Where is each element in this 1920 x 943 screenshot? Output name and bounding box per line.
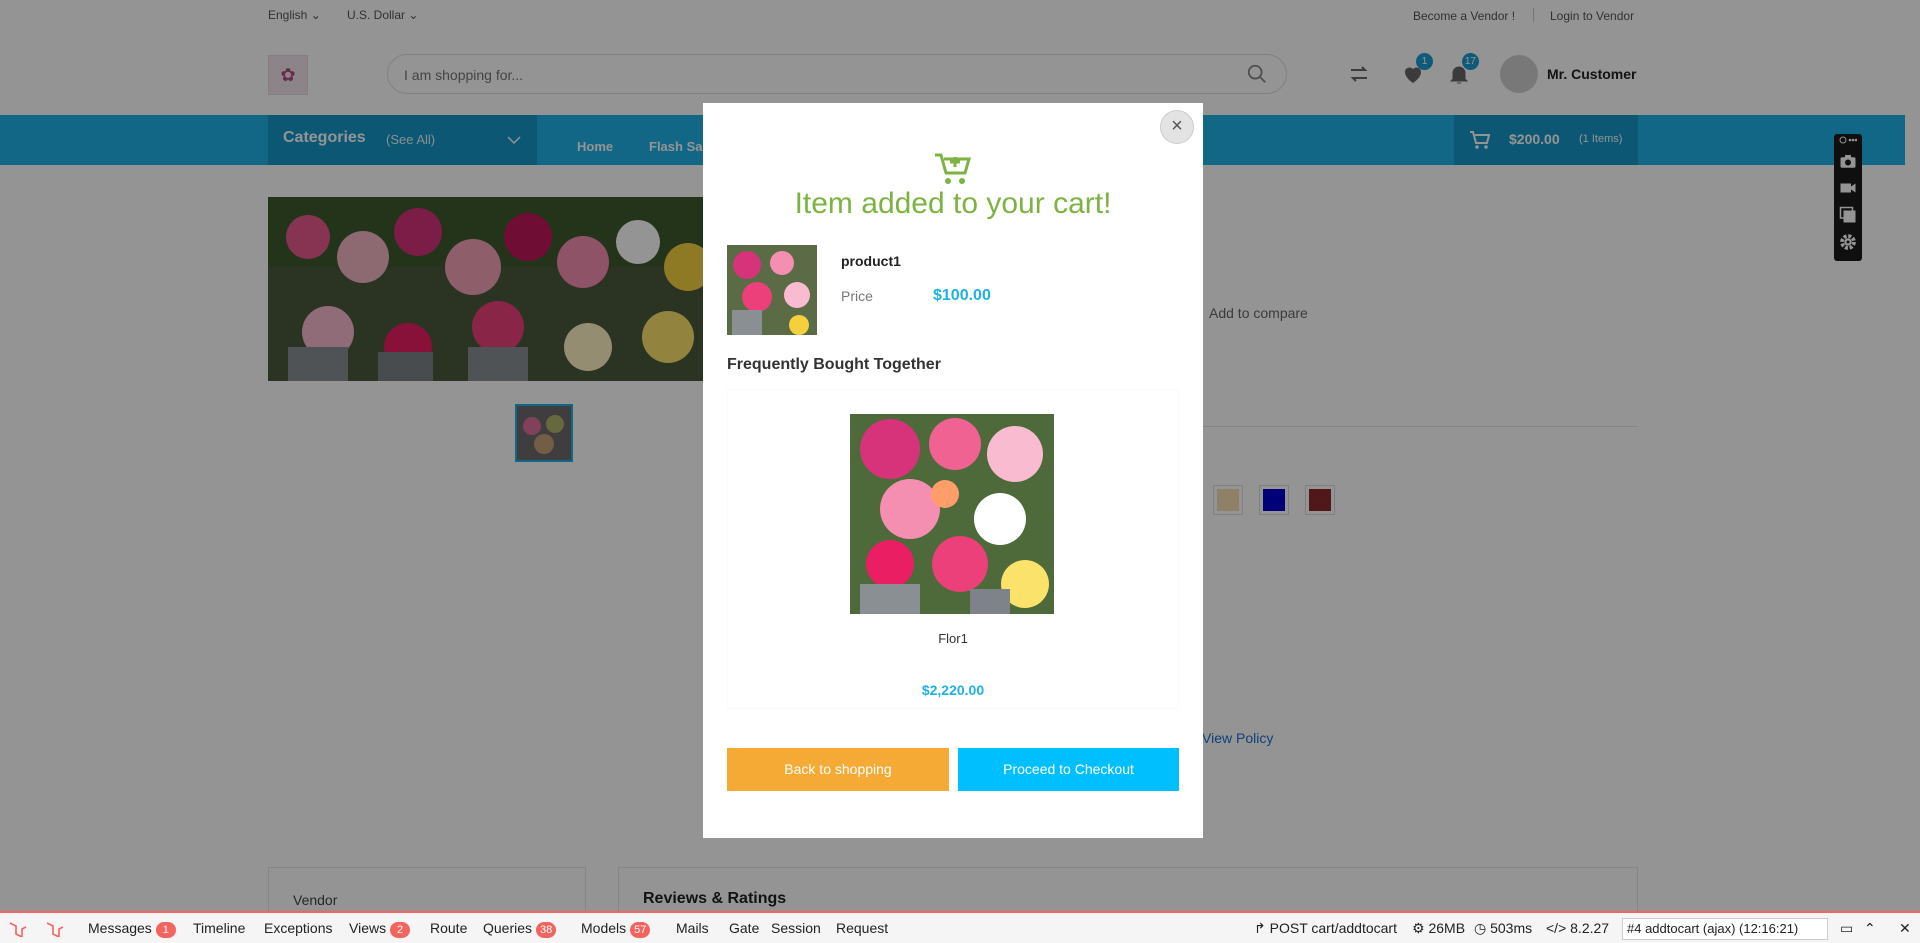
fbt-product-image[interactable] [850,414,1054,614]
cart-product-name: product1 [841,253,901,269]
tab-count: 57 [630,922,651,938]
share-icon: ↱ [1254,920,1270,936]
cart-plus-icon [935,153,971,184]
debug-tab-messages[interactable]: Messages 1 [88,920,176,938]
debug-tab-route[interactable]: Route [430,920,467,936]
flower-photo [850,414,1054,614]
tab-count: 38 [536,922,557,938]
tab-label: Models [581,920,627,936]
close-button[interactable]: × [1160,110,1194,144]
laravel-logo-icon[interactable] [8,921,28,937]
tab-label: Views [349,920,387,936]
debug-tab-mails[interactable]: Mails [676,920,709,936]
cogs-icon: ⚙ [1412,920,1429,936]
fbt-product-price: $2,220.00 [921,682,985,698]
cart-product-price: $100.00 [933,287,991,304]
added-to-cart-modal: × Item added to your cart! product1 Pric… [703,103,1203,838]
price-label: Price [841,288,873,304]
fbt-product-name[interactable]: Flor1 [703,631,1203,646]
php-version: </> 8.2.27 [1546,920,1609,936]
laravel-logo-icon[interactable] [45,921,65,937]
time-label: 503ms [1490,920,1533,936]
debug-tab-views[interactable]: Views 2 [349,920,411,938]
debug-tab-queries[interactable]: Queries 38 [483,920,557,938]
memory-info: ⚙ 26MB [1412,920,1465,937]
tab-count: 1 [155,922,176,938]
php-label: 8.2.27 [1570,920,1610,936]
debug-tab-exceptions[interactable]: Exceptions [264,920,332,936]
chevron-up-icon[interactable]: ⌃ [1864,920,1876,937]
code-icon: </> [1546,920,1571,936]
close-icon[interactable]: ✕ [1899,920,1911,937]
debug-tab-timeline[interactable]: Timeline [193,920,245,936]
tab-label: Messages [88,920,152,936]
debug-tab-models[interactable]: Models 57 [581,920,651,938]
cart-product-image [727,245,817,335]
debug-bar: Messages 1 Timeline Exceptions Views 2 Rou… [0,911,1920,943]
debug-tab-gate[interactable]: Gate [729,920,759,936]
tab-count: 2 [390,922,411,938]
request-select[interactable]: #4 addtocart (ajax) (12:16:21) [1622,918,1828,940]
clock-icon: ◷ [1474,920,1491,936]
request-info: ↱ POST cart/addtocart [1254,920,1397,937]
folder-icon[interactable]: ▭ [1840,920,1853,937]
modal-title: Item added to your cart! [794,187,1112,220]
page: English ⌄ U.S. Dollar ⌄ Become a Vendor … [0,0,1920,943]
tab-label: Queries [483,920,533,936]
memory-label: 26MB [1428,920,1466,936]
fbt-heading: Frequently Bought Together [727,356,941,373]
selected-request: #4 addtocart (ajax) (12:16:21) [1627,921,1799,936]
debug-tab-session[interactable]: Session [771,920,821,936]
request-label: POST cart/addtocart [1269,920,1397,936]
time-info: ◷ 503ms [1474,920,1532,937]
back-to-shopping-button[interactable]: Back to shopping [727,748,949,791]
proceed-to-checkout-button[interactable]: Proceed to Checkout [958,748,1179,791]
flower-photo [727,245,817,335]
debug-tab-request[interactable]: Request [836,920,888,936]
